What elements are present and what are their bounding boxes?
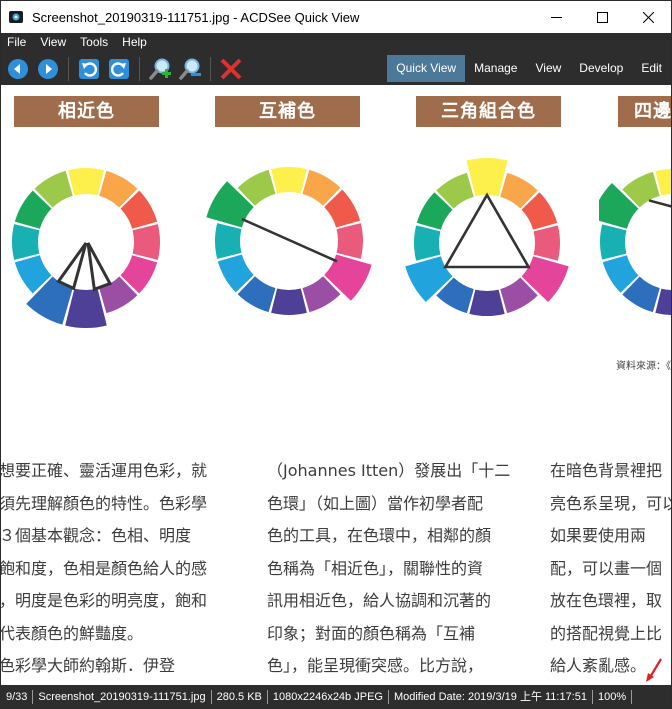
status-modified: Modified Date: 2019/3/19 上午 11:17:51	[389, 690, 594, 704]
color-wheel-triadic	[405, 158, 569, 316]
text-line: （Johannes Itten）發展出「十二	[267, 461, 511, 480]
next-button[interactable]	[35, 56, 61, 82]
text-line: 飽和度，色相是顏色給人的感	[1, 558, 208, 578]
text-line: 在暗色背景裡把	[550, 461, 663, 480]
image-header-complementary: 互補色	[215, 96, 360, 127]
color-segment	[271, 167, 307, 194]
window-title: Screenshot_20190319-111751.jpg - ACDSee …	[32, 9, 360, 25]
image-text-column-2: （Johannes Itten）發展出「十二 色環」（如上圖）當作初學者配 色的…	[267, 455, 510, 683]
color-segment	[65, 288, 107, 328]
status-index: 9/33	[1, 690, 34, 704]
close-icon	[642, 11, 654, 23]
image-text-column-3: 在暗色背景裡把 亮色系呈現，可以 如果要使用兩 配，可以畫一個 放在色環裡，取 …	[550, 455, 671, 683]
status-filesize: 280.5 KB	[212, 690, 268, 704]
zoom-in-button[interactable]	[147, 56, 173, 82]
text-line: 色」，能呈現衝突感。比方說，	[267, 656, 484, 675]
toolbar-divider	[139, 56, 140, 81]
wheel-guide-shape	[56, 242, 88, 291]
text-line: ３個基本觀念：色相、明度	[1, 526, 192, 545]
wheel-guide-shape	[443, 192, 531, 269]
toolbar-divider	[68, 56, 69, 81]
image-viewport[interactable]: 相近色 互補色 三角組合色 四邊 資料來源：《 想要正確、靈活運用色彩，就 須先…	[1, 85, 671, 685]
wheel-guide-shape	[648, 199, 671, 208]
wheel-guide-shape	[86, 242, 113, 292]
text-line: 配，可以畫一個	[550, 558, 663, 578]
color-segment	[469, 289, 505, 316]
text-line: 訊用相近色，給人協調和沉著的	[267, 591, 492, 610]
status-bar: 9/33 Screenshot_20190319-111751.jpg 280.…	[1, 685, 671, 708]
rotate-left-icon	[79, 58, 99, 79]
color-segment	[68, 168, 104, 196]
arrow-right-icon	[38, 58, 58, 79]
text-line: 如果要使用兩	[550, 526, 647, 545]
zoom-out-icon	[179, 58, 201, 80]
toolbar-divider	[210, 56, 211, 81]
delete-x-icon	[220, 58, 242, 79]
image-text-column-1: 想要正確、靈活運用色彩，就 須先理解顏色的特性。色彩學 ３個基本觀念：色相、明度…	[1, 455, 207, 683]
maximize-button[interactable]	[579, 1, 625, 33]
wheel-guide-shape	[241, 217, 338, 263]
tab-develop[interactable]: Develop	[570, 55, 632, 82]
tab-manage[interactable]: Manage	[465, 55, 526, 82]
mode-tabs: Quick View Manage View Develop Edit	[387, 55, 671, 82]
color-wheel-analogous	[11, 168, 161, 328]
menu-file[interactable]: File	[1, 33, 33, 52]
color-segment	[466, 158, 508, 197]
color-segment	[271, 288, 307, 315]
color-segment	[215, 223, 242, 259]
image-header-triadic: 三角組合色	[416, 96, 561, 127]
rotate-right-button[interactable]	[106, 56, 132, 82]
app-window: Screenshot_20190319-111751.jpg - ACDSee …	[0, 0, 672, 709]
color-segment	[533, 225, 560, 261]
status-dimensions: 1080x2246x24b JPEG	[268, 690, 389, 704]
maximize-icon	[596, 11, 608, 23]
rotate-right-icon	[109, 58, 129, 79]
arrow-left-icon	[8, 58, 28, 79]
color-segment	[11, 224, 40, 260]
color-segment	[414, 225, 441, 261]
zoom-out-button[interactable]	[177, 56, 203, 82]
text-line: 須先理解顏色的特性。色彩學	[1, 493, 208, 513]
text-line: 印象；對面的顏色稱為「互補	[267, 623, 476, 643]
tab-edit[interactable]: Edit	[632, 55, 671, 82]
color-wheel-complementary	[206, 167, 372, 315]
text-line: 色環」（如上圖）當作初學者配	[267, 493, 484, 513]
color-segment	[336, 223, 363, 259]
menu-help[interactable]: Help	[115, 33, 154, 52]
rotate-left-button[interactable]	[76, 56, 102, 82]
text-line: ，明度是色彩的明亮度，飽和	[1, 591, 208, 610]
menu-view[interactable]: View	[33, 33, 73, 52]
text-line: 色彩學大師約翰斯．伊登	[1, 656, 176, 675]
close-button[interactable]	[625, 1, 671, 33]
delete-button[interactable]	[218, 56, 244, 82]
menu-bar: File View Tools Help	[1, 33, 671, 52]
previous-button[interactable]	[5, 56, 31, 82]
status-filename: Screenshot_20190319-111751.jpg	[33, 690, 212, 704]
image-header-analogous: 相近色	[14, 96, 159, 127]
acdsee-app-icon	[9, 11, 23, 23]
image-source-credit: 資料來源：《	[616, 361, 671, 372]
status-zoom[interactable]: 100%	[593, 690, 633, 704]
title-bar: Screenshot_20190319-111751.jpg - ACDSee …	[1, 1, 671, 33]
text-line: 亮色系呈現，可以	[550, 493, 671, 513]
red-arrow-annotation	[646, 658, 662, 682]
minimize-button[interactable]	[533, 1, 579, 33]
image-header-tetradic: 四邊	[618, 96, 671, 127]
minimize-icon	[550, 16, 562, 18]
text-line: 色的工具，在色環中，相鄰的顏	[267, 526, 492, 545]
text-line: 想要正確、靈活運用色彩，就	[1, 461, 208, 480]
text-line: 色稱為「相近色」，關聯性的資	[267, 558, 484, 578]
text-line: 代表顏色的鮮豔度。	[1, 623, 144, 643]
toolbar: Quick View Manage View Develop Edit	[1, 52, 671, 85]
zoom-in-icon	[149, 58, 171, 80]
tab-view[interactable]: View	[526, 55, 570, 82]
text-line: 放在色環裡，取	[550, 591, 663, 610]
color-segment	[600, 224, 627, 260]
color-wheel-tetradic	[599, 169, 671, 315]
tab-quick-view[interactable]: Quick View	[387, 55, 466, 82]
menu-tools[interactable]: Tools	[73, 33, 115, 52]
color-segment	[132, 224, 161, 260]
text-line: 的搭配視覺上比	[550, 623, 663, 643]
